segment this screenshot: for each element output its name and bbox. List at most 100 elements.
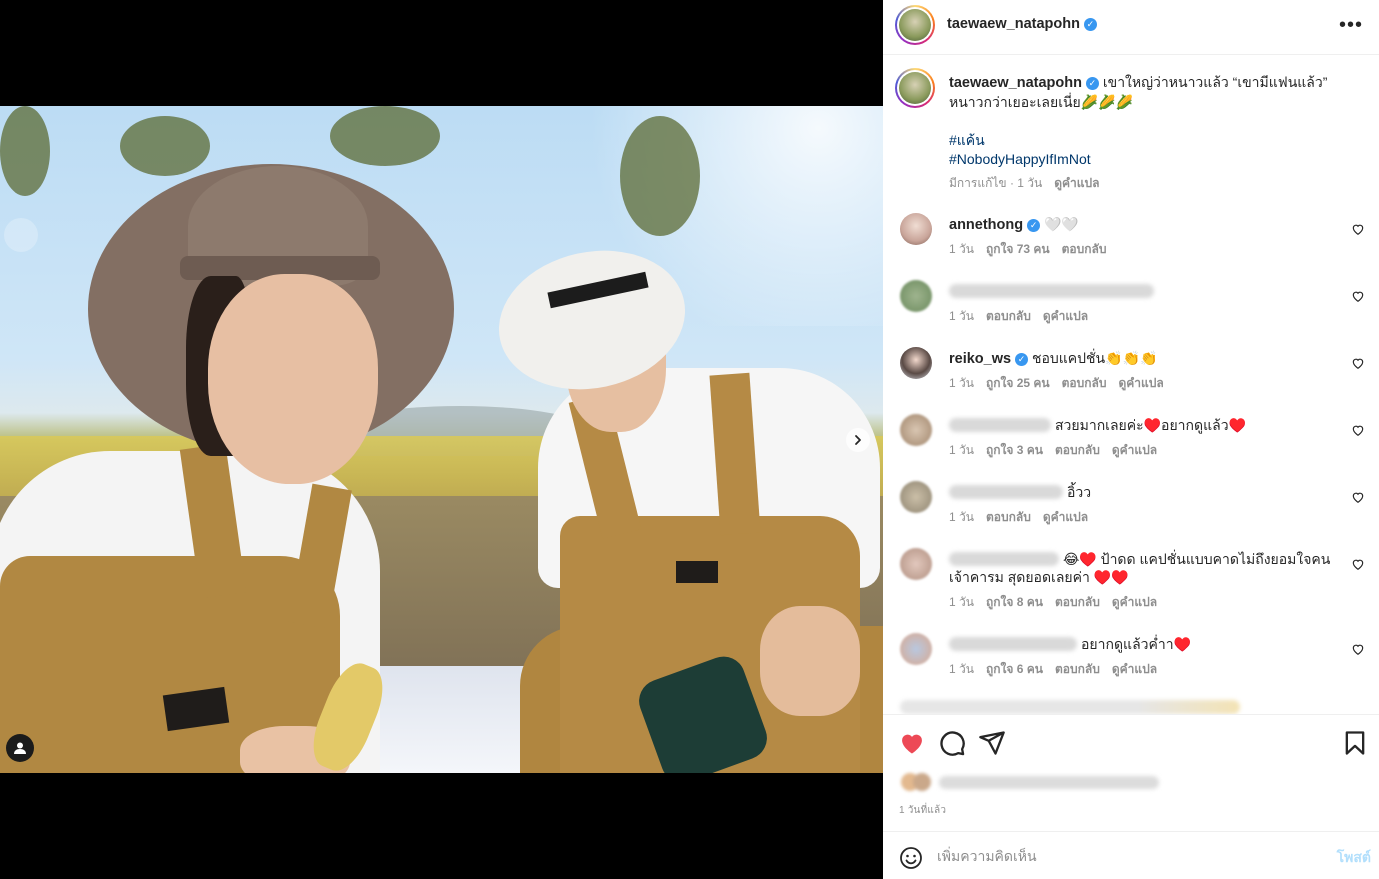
comment-text: อิ้วว [1067,484,1092,500]
comment-likes[interactable]: ถูกใจ 3 คน [986,443,1043,457]
comment-avatar[interactable] [900,414,932,446]
comment-item: 1 วัน ตอบกลับ ดูคำแปล [883,280,1379,346]
comment-age: 1 วัน [949,443,974,457]
comment-age: 1 วัน [949,376,974,390]
comment-body: annethong ✓ 🤍🤍 [949,215,1339,234]
comment-like-icon[interactable] [1351,423,1365,437]
next-comment-preview [900,700,1240,714]
comment-meta: 1 วัน ถูกใจ 8 คน ตอบกลับ ดูคำแปล [949,593,1169,612]
post-caption: taewaew_natapohn ✓ เขาใหญ่ว่าหนาวแล้ว “เข… [949,73,1349,112]
comment-item: annethong ✓ 🤍🤍 1 วัน ถูกใจ 73 คน ตอบกลับ [883,213,1379,279]
comment-likes[interactable]: ถูกใจ 73 คน [986,242,1050,256]
comment-like-icon[interactable] [1351,642,1365,656]
carousel-next-button[interactable] [846,428,870,452]
more-options-icon[interactable]: ••• [1339,15,1363,35]
comment-like-icon[interactable] [1351,557,1365,571]
blurred-username [949,485,1063,499]
comment-avatar[interactable] [900,280,932,312]
person-left-face [208,274,378,484]
reply-button[interactable]: ตอบกลับ [986,510,1031,524]
comment-meta: 1 วัน ถูกใจ 25 คน ตอบกลับ ดูคำแปล [949,374,1176,393]
comment-like-icon[interactable] [1351,289,1365,303]
comment-avatar[interactable] [900,481,932,513]
comment-composer: โพสต์ [883,831,1379,879]
reply-button[interactable]: ตอบกลับ [986,309,1031,323]
comment-username[interactable]: annethong [949,217,1023,233]
blurred-username [949,284,1154,298]
heart-filled-icon[interactable] [898,729,926,757]
post-photo[interactable] [0,106,883,773]
post-time[interactable]: 1 วันที่แล้ว [899,803,946,818]
comment-likes[interactable]: ถูกใจ 8 คน [986,595,1043,609]
comment-avatar[interactable] [900,213,932,245]
tree-branch [120,116,210,176]
author-name-text[interactable]: taewaew_natapohn [947,16,1080,32]
person-right-hands [760,606,860,716]
comment-avatar[interactable] [900,347,932,379]
bookmark-icon[interactable] [1341,729,1369,757]
see-translation-link[interactable]: ดูคำแปล [1112,595,1157,609]
reply-button[interactable]: ตอบกลับ [1055,443,1100,457]
comment-item: อิ้วว 1 วัน ตอบกลับ ดูคำแปล [883,481,1379,547]
comments-scroll[interactable]: taewaew_natapohn ✓ เขาใหญ่ว่าหนาวแล้ว “เข… [883,56,1379,714]
tree-branch [620,116,700,236]
comment-username[interactable]: reiko_ws [949,351,1011,367]
comment-item: 😂♥️ ป้าดด แคปชั่นแบบคาดไม่ถึงยอมใจคนเจ้า… [883,548,1379,632]
comment-meta: 1 วัน ถูกใจ 73 คน ตอบกลับ [949,240,1118,259]
reply-button[interactable]: ตอบกลับ [1062,376,1107,390]
author-username[interactable]: taewaew_natapohn ✓ [947,16,1097,32]
blurred-username [949,418,1051,432]
comment-body: อยากดูแล้วค่ำา♥️ [949,635,1339,653]
comment-text: อยากดูแล้วค่ำา♥️ [1081,636,1192,652]
verified-badge-icon: ✓ [1015,353,1029,366]
comment-item: อยากดูแล้วค่ำา♥️ 1 วัน ถูกใจ 6 คน ตอบกลับ ด… [883,633,1379,699]
author-avatar[interactable] [895,5,935,45]
comment-like-icon[interactable] [1351,356,1365,370]
comment-avatar[interactable] [900,548,932,580]
comment-body: reiko_ws ✓ ชอบแคปชั่น👏👏👏 [949,349,1339,368]
post-panel: taewaew_natapohn ✓ ••• taewaew_natapohn ✓ … [883,0,1379,879]
comment-meta: 1 วัน ถูกใจ 3 คน ตอบกลับ ดูคำแปล [949,441,1169,460]
see-translation-link[interactable]: ดูคำแปล [1118,376,1163,390]
comment-meta: 1 วัน ตอบกลับ ดูคำแปล [949,307,1100,326]
comment-meta: 1 วัน ตอบกลับ ดูคำแปล [949,508,1100,527]
see-translation-link[interactable]: ดูคำแปล [1043,309,1088,323]
comment-like-icon[interactable] [1351,490,1365,504]
likes-summary[interactable] [899,773,1159,791]
blurred-username [949,637,1077,651]
comment-likes[interactable]: ถูกใจ 25 คน [986,376,1050,390]
see-translation-link[interactable]: ดูคำแปล [1054,176,1099,190]
share-icon[interactable] [978,729,1006,757]
edited-label: มีการแก้ไข [949,176,1007,190]
comment-like-icon[interactable] [1351,222,1365,236]
hashtag-link[interactable]: #แค้น [949,130,985,152]
reply-button[interactable]: ตอบกลับ [1055,662,1100,676]
see-translation-link[interactable]: ดูคำแปล [1112,443,1157,457]
comment-icon[interactable] [938,729,966,757]
reply-button[interactable]: ตอบกลับ [1055,595,1100,609]
comment-age: 1 วัน [949,242,974,256]
see-translation-link[interactable]: ดูคำแปล [1112,662,1157,676]
comment-likes[interactable]: ถูกใจ 6 คน [986,662,1043,676]
chevron-right-icon [855,435,861,445]
comment-item: สวยมากเลยค่ะ♥️อยากดูแล้ว♥️ 1 วัน ถูกใจ 3 … [883,414,1379,480]
comment-avatar[interactable] [900,633,932,665]
comment-text: สวยมากเลยค่ะ♥️อยากดูแล้ว♥️ [1055,417,1246,433]
user-tags-button[interactable] [6,734,34,762]
caption-author-avatar[interactable] [895,68,935,108]
tree-branch [330,106,440,166]
photo-overlay-mark [4,218,38,252]
comment-body: อิ้วว [949,483,1339,501]
blurred-username [949,552,1059,566]
comment-age: 1 วัน [949,309,974,323]
emoji-icon[interactable] [899,846,923,870]
caption-username[interactable]: taewaew_natapohn [949,75,1082,91]
overall-label [676,561,718,583]
post-comment-button[interactable]: โพสต์ [1337,847,1371,869]
post-header: taewaew_natapohn ✓ ••• [883,0,1379,55]
hashtag-link[interactable]: #NobodyHappyIfImNot [949,151,1091,167]
see-translation-link[interactable]: ดูคำแปล [1043,510,1088,524]
caption-age: 1 วัน [1017,176,1043,190]
comment-input[interactable] [937,840,1307,872]
reply-button[interactable]: ตอบกลับ [1062,242,1107,256]
